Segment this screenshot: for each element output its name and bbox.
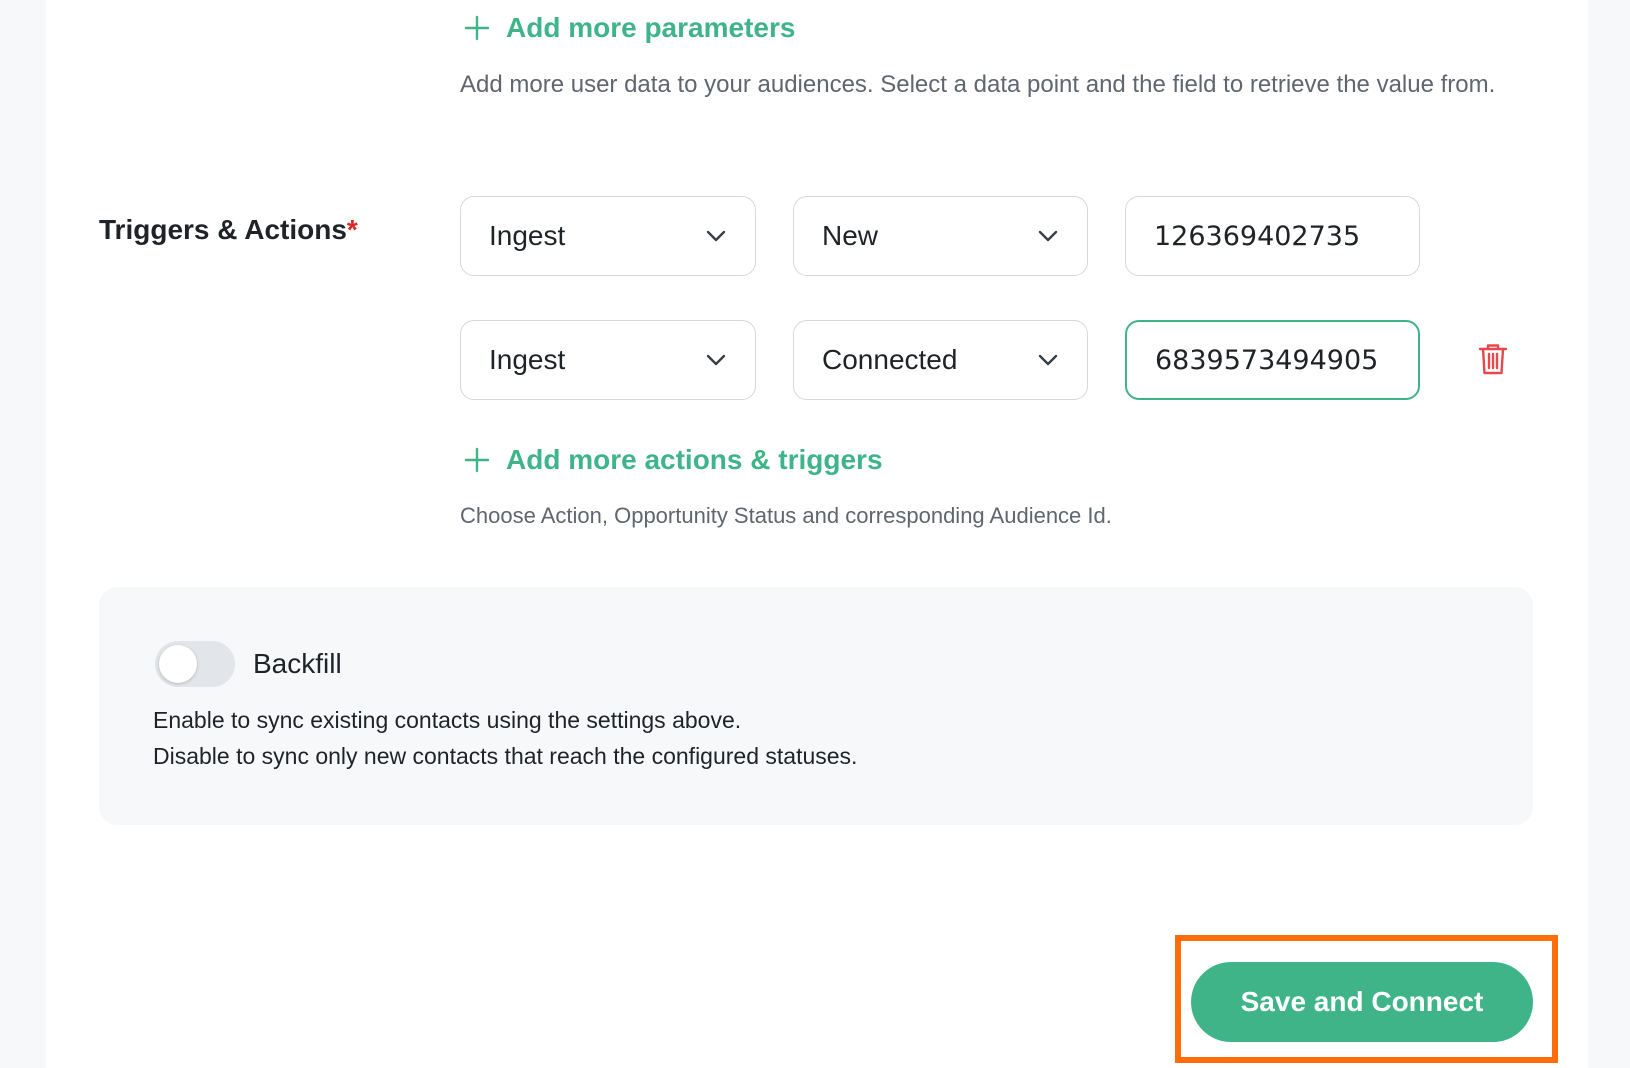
- plus-icon: [464, 15, 490, 41]
- status-select-1-value: New: [822, 220, 879, 251]
- triggers-actions-label-text: Triggers & Actions: [99, 214, 347, 245]
- status-select-2-value: Connected: [822, 344, 958, 375]
- action-select-2[interactable]: Ingest: [460, 320, 756, 400]
- add-parameters-link[interactable]: Add more parameters: [464, 12, 795, 44]
- chevron-down-icon: [1038, 230, 1058, 242]
- audience-id-input-1[interactable]: 126369402735: [1125, 196, 1420, 276]
- audience-id-input-1-value: 126369402735: [1154, 220, 1361, 252]
- required-mark: *: [346, 214, 358, 245]
- triggers-helper-text: Choose Action, Opportunity Status and co…: [460, 503, 1112, 528]
- chevron-down-icon: [1038, 354, 1058, 366]
- save-and-connect-button[interactable]: Save and Connect: [1191, 962, 1533, 1042]
- backfill-description-line-2: Disable to sync only new contacts that r…: [153, 743, 858, 769]
- add-actions-triggers-label: Add more actions & triggers: [506, 444, 883, 475]
- audience-id-input-2-value: 6839573494905: [1155, 344, 1379, 376]
- backfill-toggle[interactable]: [155, 641, 235, 687]
- toggle-knob: [159, 645, 197, 683]
- action-select-1-value: Ingest: [489, 220, 566, 251]
- backfill-description: Enable to sync existing contacts using t…: [153, 702, 857, 774]
- status-select-2[interactable]: Connected: [793, 320, 1088, 400]
- plus-icon: [464, 447, 490, 473]
- delete-row-trash-icon[interactable]: [1478, 342, 1508, 376]
- audience-id-input-2[interactable]: 6839573494905: [1125, 320, 1420, 400]
- backfill-label: Backfill: [253, 648, 342, 679]
- chevron-down-icon: [706, 354, 726, 366]
- triggers-actions-label: Triggers & Actions*: [99, 214, 358, 246]
- action-select-2-value: Ingest: [489, 344, 566, 375]
- backfill-description-line-1: Enable to sync existing contacts using t…: [153, 707, 742, 733]
- status-select-1[interactable]: New: [793, 196, 1088, 276]
- parameters-helper-text: Add more user data to your audiences. Se…: [460, 71, 1496, 98]
- add-parameters-label: Add more parameters: [506, 12, 796, 43]
- add-actions-triggers-link[interactable]: Add more actions & triggers: [464, 444, 883, 476]
- action-select-1[interactable]: Ingest: [460, 196, 756, 276]
- chevron-down-icon: [706, 230, 726, 242]
